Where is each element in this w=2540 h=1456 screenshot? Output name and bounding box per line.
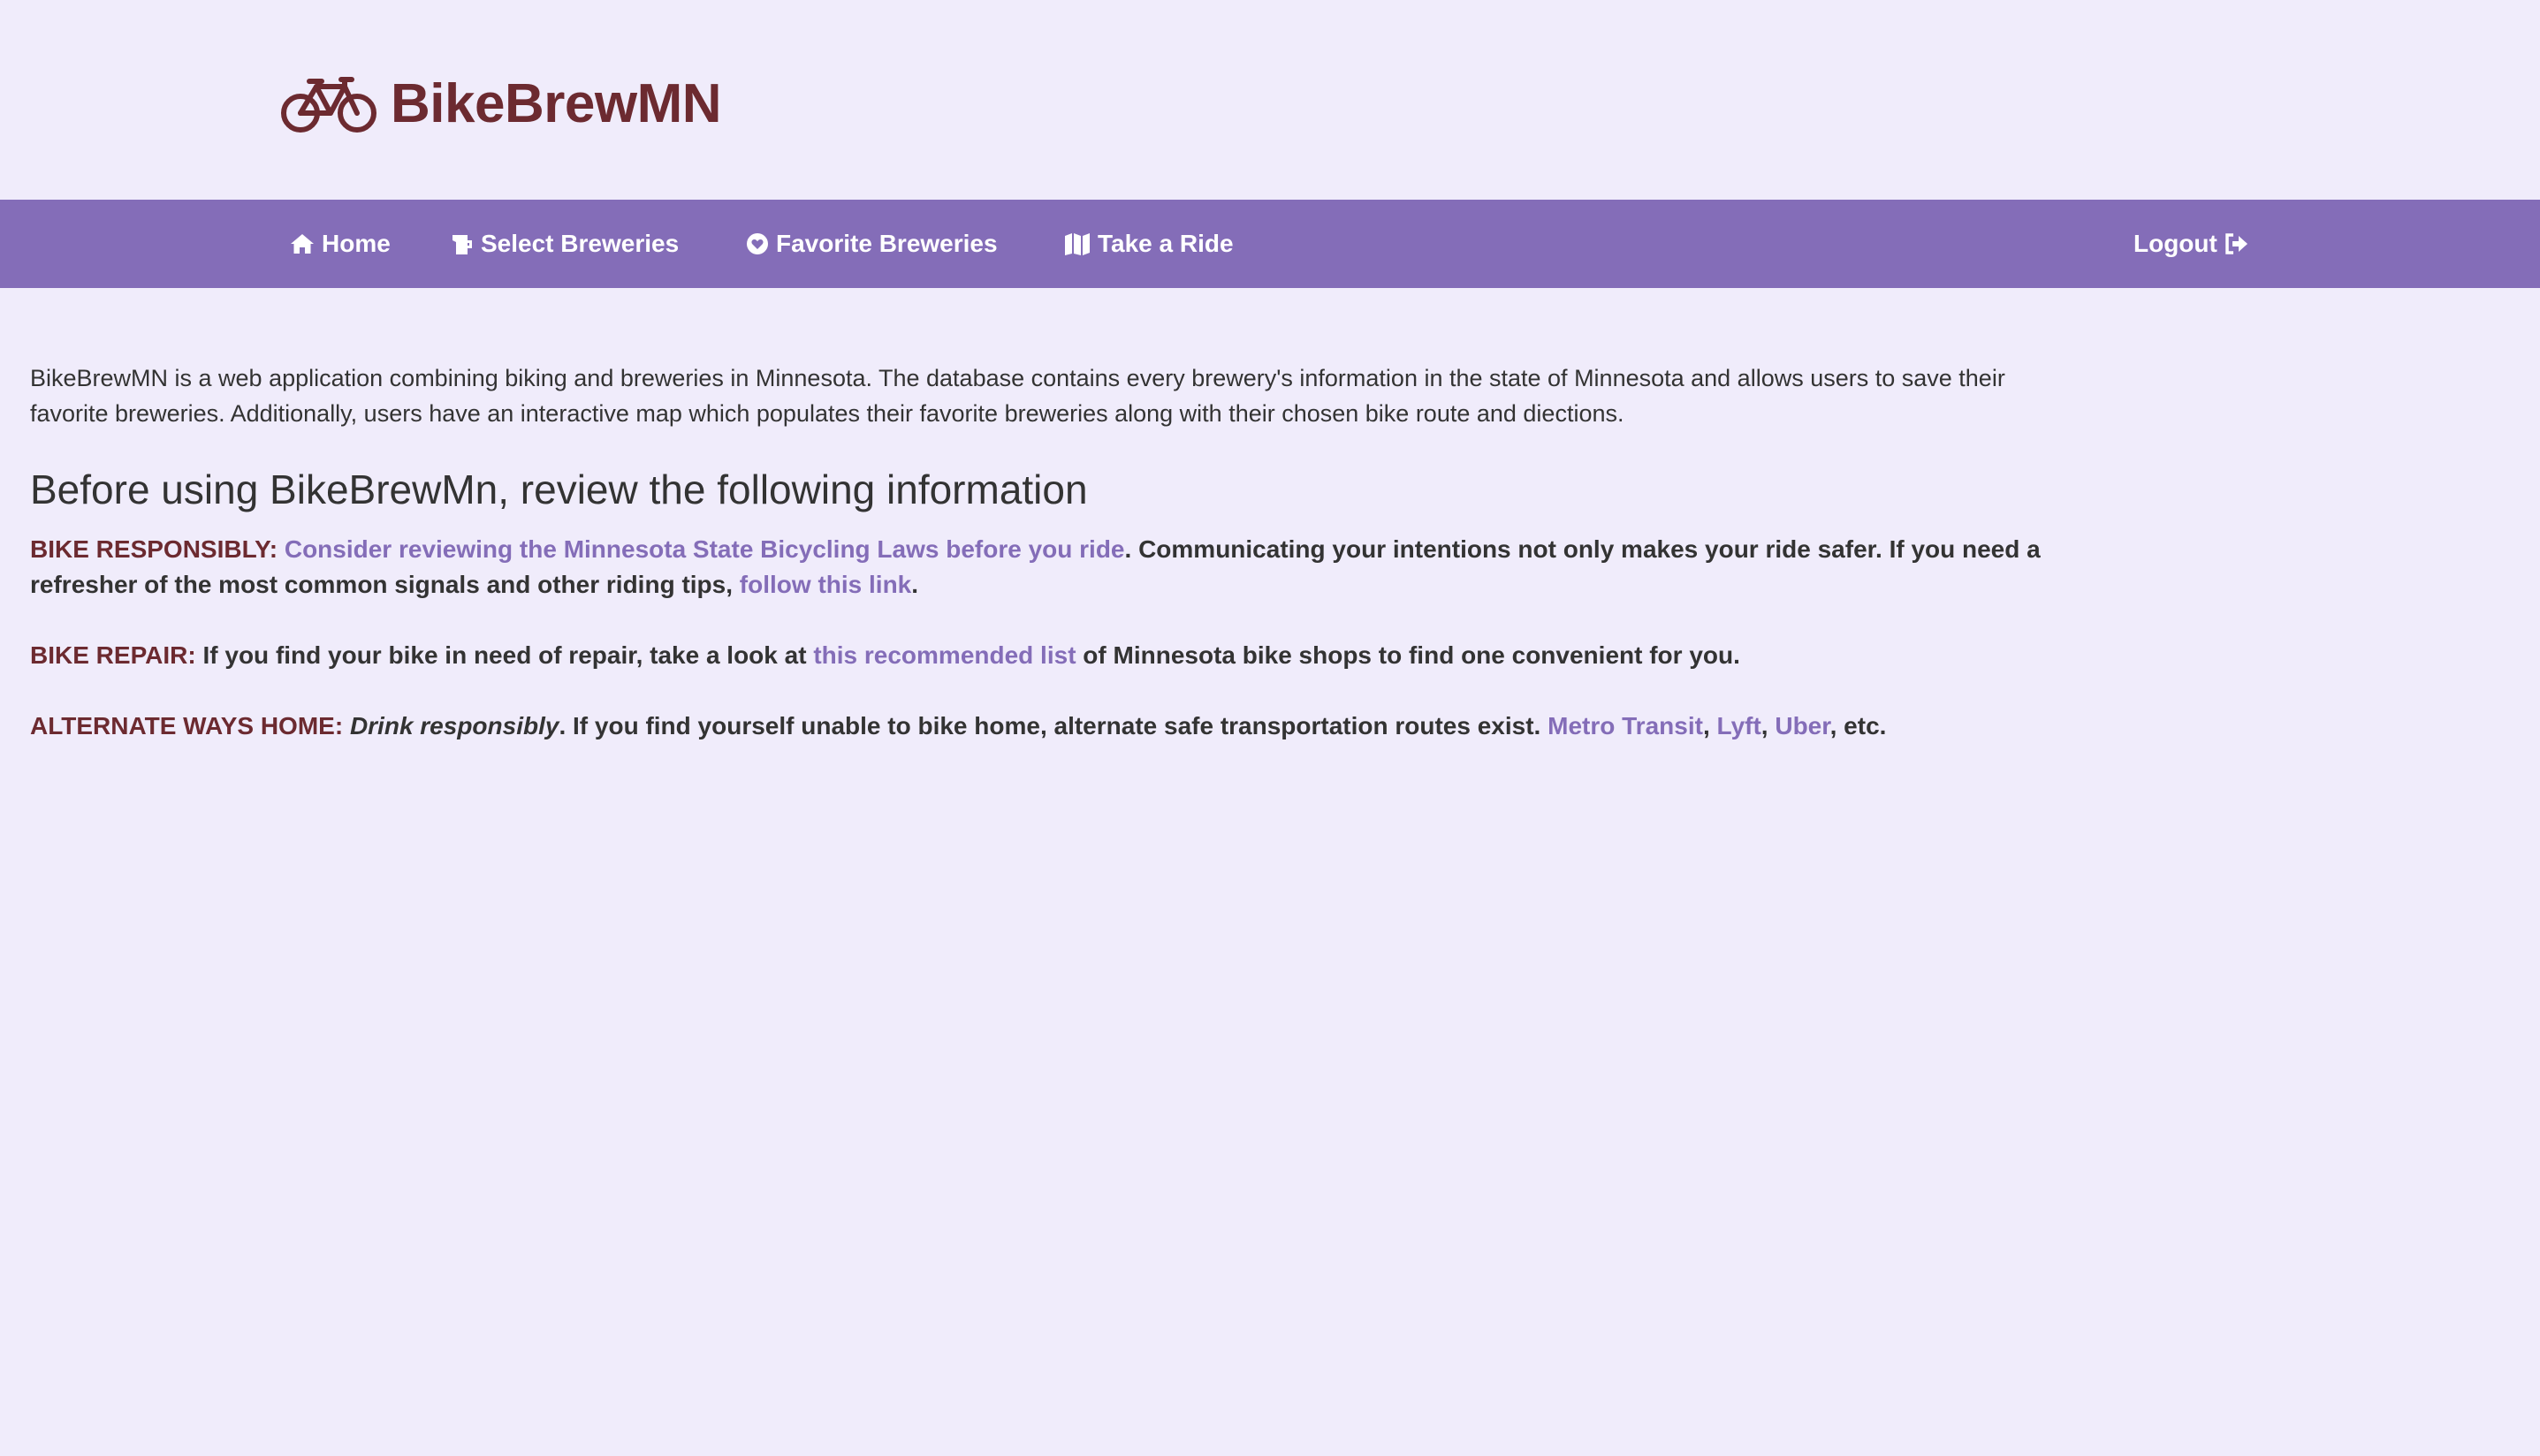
separator-2: , [1761, 712, 1768, 739]
alternate-ways-label: ALTERNATE WAYS HOME: [30, 712, 344, 739]
alternate-ways-section: ALTERNATE WAYS HOME: Drink responsibly. … [30, 709, 2089, 744]
bike-responsibly-label: BIKE RESPONSIBLY: [30, 535, 278, 563]
repair-text-1: If you find your bike in need of repair,… [202, 641, 807, 669]
alternate-text-2: , etc. [1829, 712, 1887, 739]
uber-link[interactable]: Uber [1775, 712, 1829, 739]
nav-select-breweries[interactable]: Select Breweries [451, 200, 679, 288]
bicycle-icon [281, 76, 376, 133]
bike-responsibly-section: BIKE RESPONSIBLY: Consider reviewing the… [30, 532, 2089, 603]
nav-favorite-label: Favorite Breweries [776, 230, 998, 257]
nav-logout[interactable]: Logout [2133, 200, 2249, 288]
map-icon [1065, 233, 1090, 255]
drink-responsibly-text: Drink responsibly [349, 712, 559, 739]
bicycling-laws-link[interactable]: Consider reviewing the Minnesota State B… [285, 535, 1125, 563]
separator-1: , [1702, 712, 1710, 739]
heart-circle-icon [747, 233, 768, 254]
bike-shops-link[interactable]: this recommended list [813, 641, 1076, 669]
bike-repair-label: BIKE REPAIR: [30, 641, 196, 669]
intro-paragraph: BikeBrewMN is a web application combinin… [30, 365, 2005, 427]
beer-icon [452, 235, 472, 254]
brand-header: BikeBrewMN [0, 0, 2540, 200]
sign-out-icon [2225, 233, 2247, 254]
main-content: BikeBrewMN is a web application combinin… [30, 360, 2089, 779]
nav-ride-label: Take a Ride [1098, 230, 1234, 257]
home-icon [291, 234, 314, 254]
lyft-link[interactable]: Lyft [1717, 712, 1761, 739]
nav-take-a-ride[interactable]: Take a Ride [1064, 200, 1234, 288]
review-heading: Before using BikeBrewMn, review the foll… [30, 466, 1088, 512]
brand-logo-link[interactable]: BikeBrewMN [279, 72, 722, 135]
repair-text-2: of Minnesota bike shops to find one conv… [1083, 641, 1740, 669]
nav-select-label: Select Breweries [481, 230, 680, 257]
nav-home-label: Home [322, 230, 391, 257]
nav-favorite-breweries[interactable]: Favorite Breweries [746, 200, 998, 288]
nav-logout-label: Logout [2133, 230, 2217, 257]
responsibly-text-2: . [911, 571, 919, 598]
riding-tips-link[interactable]: follow this link [740, 571, 911, 598]
bike-repair-section: BIKE REPAIR: If you find your bike in ne… [30, 638, 2089, 673]
metro-transit-link[interactable]: Metro Transit [1548, 712, 1703, 739]
alternate-text-1: . If you find yourself unable to bike ho… [559, 712, 1541, 739]
nav-home[interactable]: Home [290, 200, 391, 288]
main-navbar: Home Select Breweries Favorite Breweries… [0, 200, 2540, 288]
brand-name: BikeBrewMN [391, 73, 722, 134]
